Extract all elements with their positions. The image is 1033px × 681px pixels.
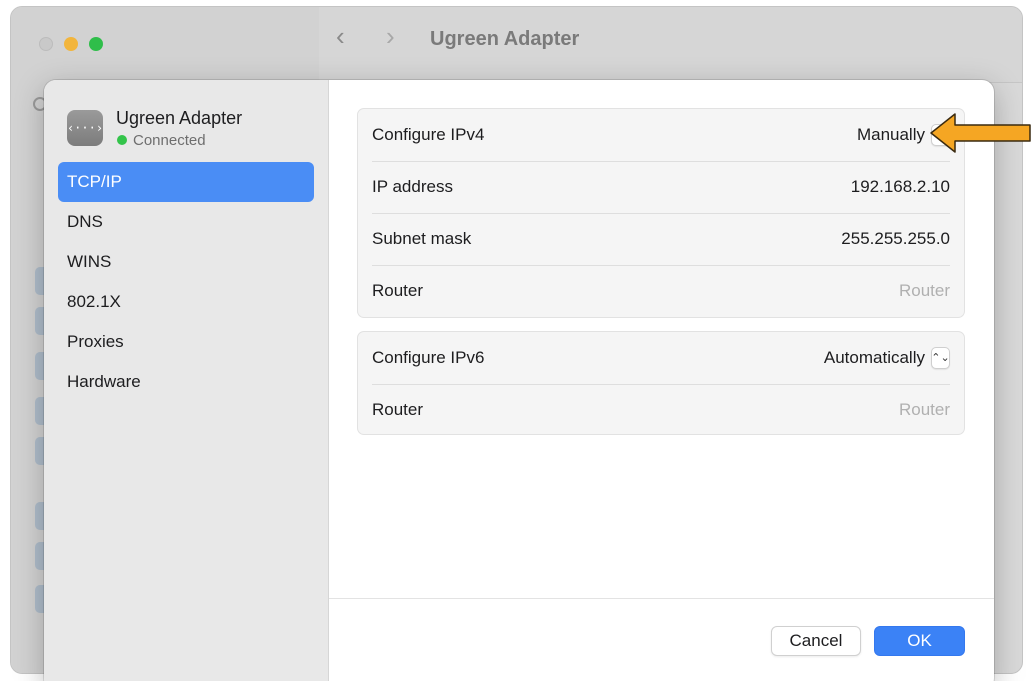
network-adapter-icon: ‹···›	[67, 110, 103, 146]
sheet-nav: TCP/IP DNS WINS 802.1X Proxies Hardware	[58, 162, 314, 402]
ipv4-router-field[interactable]: Router	[899, 281, 950, 301]
annotation-arrow-icon	[930, 113, 1031, 153]
ipv4-router-row: Router Router	[358, 265, 964, 317]
ipv4-group: Configure IPv4 Manually ⌃⌄ IP address 19…	[357, 108, 965, 318]
ipv4-router-label: Router	[372, 281, 424, 300]
sidebar-item-proxies[interactable]: Proxies	[58, 322, 314, 362]
configure-ipv4-label: Configure IPv4	[372, 125, 485, 144]
connected-status-dot-icon	[117, 135, 127, 145]
back-arrow-icon[interactable]: ‹	[336, 22, 345, 50]
background-titlebar	[319, 7, 1022, 83]
minimize-window-button[interactable]	[64, 37, 78, 51]
connection-status: Connected	[133, 132, 206, 149]
sheet-sidebar: ‹···› Ugreen Adapter Connected TCP/IP DN…	[44, 80, 329, 681]
subnet-mask-field[interactable]: 255.255.255.0	[841, 229, 950, 249]
ipv6-router-field[interactable]: Router	[899, 400, 950, 420]
window-title: Ugreen Adapter	[430, 28, 580, 50]
ok-button[interactable]: OK	[874, 626, 965, 656]
ip-address-field[interactable]: 192.168.2.10	[851, 177, 950, 197]
ipv6-group: Configure IPv6 Automatically ⌃⌄ Router R…	[357, 331, 965, 435]
configure-ipv4-value: Manually	[856, 125, 925, 144]
subnet-mask-label: Subnet mask	[372, 229, 472, 248]
sidebar-item-8021x[interactable]: 802.1X	[58, 282, 314, 322]
tcpip-pane: Configure IPv4 Manually ⌃⌄ IP address 19…	[329, 80, 994, 598]
sidebar-item-hardware[interactable]: Hardware	[58, 362, 314, 402]
sidebar-item-wins[interactable]: WINS	[58, 242, 314, 282]
sidebar-item-tcpip[interactable]: TCP/IP	[58, 162, 314, 202]
adapter-name: Ugreen Adapter	[116, 108, 243, 128]
subnet-mask-row: Subnet mask 255.255.255.0	[358, 213, 964, 265]
ipv6-router-row: Router Router	[358, 384, 964, 436]
configure-ipv6-row: Configure IPv6 Automatically ⌃⌄	[358, 332, 964, 384]
configure-ipv6-popup[interactable]: Automatically ⌃⌄	[824, 347, 950, 369]
configure-ipv4-row: Configure IPv4 Manually ⌃⌄	[358, 109, 964, 161]
chevron-up-down-icon[interactable]: ⌃⌄	[931, 347, 950, 369]
ip-address-label: IP address	[372, 177, 453, 196]
close-window-button[interactable]	[39, 37, 53, 51]
configure-ipv6-label: Configure IPv6	[372, 348, 485, 367]
adapter-details-sheet: ‹···› Ugreen Adapter Connected TCP/IP DN…	[44, 80, 994, 681]
ipv6-router-label: Router	[372, 400, 424, 419]
footer-divider	[329, 598, 994, 599]
forward-arrow-icon[interactable]: ›	[386, 22, 395, 50]
cancel-button[interactable]: Cancel	[771, 626, 861, 656]
zoom-window-button[interactable]	[89, 37, 103, 51]
sidebar-item-dns[interactable]: DNS	[58, 202, 314, 242]
configure-ipv6-value: Automatically	[823, 348, 925, 367]
ip-address-row: IP address 192.168.2.10	[358, 161, 964, 213]
